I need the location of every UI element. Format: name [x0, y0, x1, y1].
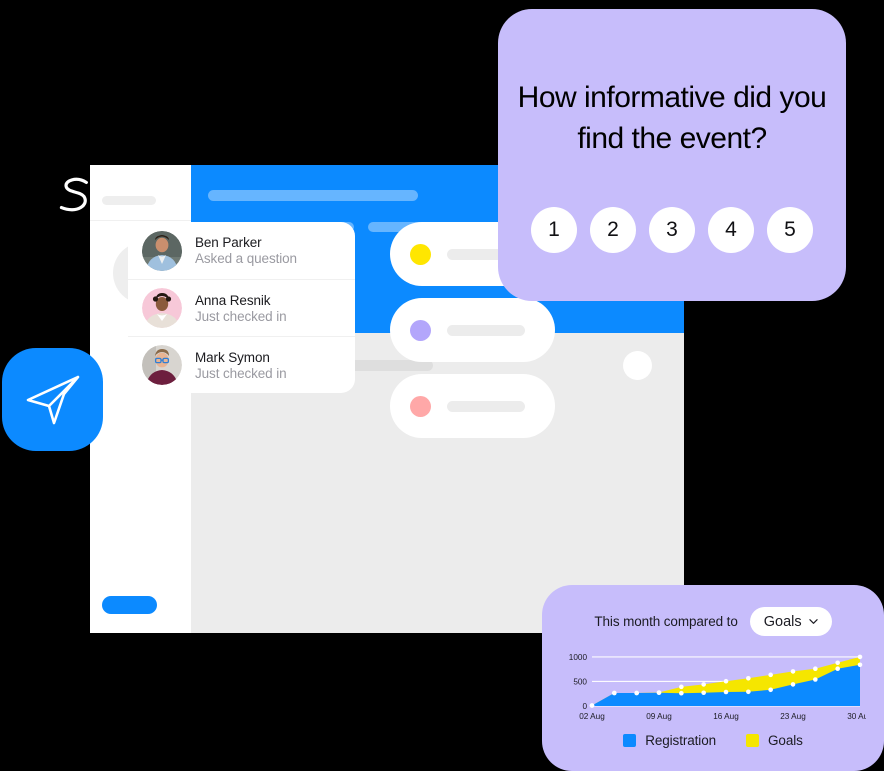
- compare-to-dropdown[interactable]: Goals: [749, 607, 832, 636]
- svg-text:16 Aug: 16 Aug: [713, 712, 739, 721]
- stat-placeholder-bar: [447, 324, 525, 336]
- list-item[interactable]: Mark Symon Just checked in: [128, 336, 355, 393]
- legend-label-registration: Registration: [645, 733, 717, 748]
- person-status: Asked a question: [195, 251, 297, 266]
- sidebar-logo-placeholder: [102, 196, 156, 205]
- stat-row[interactable]: [390, 374, 555, 438]
- rating-option-4[interactable]: 4: [708, 207, 754, 253]
- rating-option-1[interactable]: 1: [531, 207, 577, 253]
- svg-text:0: 0: [582, 702, 587, 711]
- rating-scale: 1 2 3 4 5: [498, 207, 846, 253]
- stat-placeholder-bar: [447, 400, 525, 412]
- survey-question: How informative did you find the event?: [517, 81, 827, 155]
- rating-option-2[interactable]: 2: [590, 207, 636, 253]
- rating-option-3[interactable]: 3: [649, 207, 695, 253]
- people-activity-list: Ben Parker Asked a question Anna Resnik …: [128, 222, 355, 393]
- svg-text:02 Aug: 02 Aug: [579, 712, 605, 721]
- account-avatar[interactable]: [623, 351, 652, 380]
- legend-item-registration: Registration: [623, 733, 716, 748]
- svg-text:09 Aug: 09 Aug: [646, 712, 672, 721]
- legend-swatch-goals: [746, 734, 760, 747]
- person-name: Mark Symon: [195, 349, 270, 365]
- svg-text:500: 500: [573, 677, 587, 686]
- svg-text:1000: 1000: [569, 653, 588, 662]
- chart-plot: 0 500 1000 02 Aug 09 Aug 16 Aug 23 Aug 30 Aug: [560, 650, 866, 724]
- list-item-text: Anna Resnik Just checked in: [195, 293, 287, 324]
- avatar: [142, 288, 182, 328]
- svg-text:23 Aug: 23 Aug: [780, 712, 806, 721]
- legend-swatch-registration: [623, 734, 637, 747]
- list-item[interactable]: Ben Parker Asked a question: [128, 222, 355, 279]
- chart-header: This month compared to Goals: [542, 607, 884, 636]
- status-dot-yellow: [410, 243, 431, 265]
- analytics-chart-card: This month compared to Goals 0 500 1000 02 …: [542, 585, 884, 771]
- canvas-background: Ben Parker Asked a question Anna Resnik …: [0, 0, 884, 771]
- hero-title-placeholder: [208, 190, 418, 201]
- person-status: Just checked in: [195, 365, 287, 381]
- chart-header-label: This month compared to: [594, 614, 738, 629]
- chevron-down-icon: [808, 619, 818, 624]
- list-item-text: Mark Symon Just checked in: [195, 350, 287, 381]
- dropdown-value: Goals: [763, 613, 802, 630]
- rating-option-5[interactable]: 5: [767, 207, 813, 253]
- list-item-text: Ben Parker Asked a question: [195, 235, 297, 266]
- legend-item-goals: Goals: [746, 733, 803, 748]
- avatar: [142, 230, 182, 271]
- person-name: Anna Resnik: [195, 292, 271, 308]
- paper-plane-icon: [26, 375, 79, 424]
- svg-text:30 Aug: 30 Aug: [847, 712, 866, 721]
- person-status: Just checked in: [195, 308, 287, 324]
- avatar: [142, 345, 182, 385]
- legend-label-goals: Goals: [768, 733, 803, 748]
- stat-row[interactable]: [390, 298, 555, 362]
- sidebar-divider: [90, 220, 191, 221]
- status-dot-pink: [410, 395, 431, 417]
- sidebar-cta-button[interactable]: [102, 596, 157, 614]
- chart-legend: Registration Goals: [542, 733, 884, 748]
- send-message-button[interactable]: [2, 348, 103, 451]
- person-name: Ben Parker: [195, 235, 262, 250]
- status-dot-purple: [410, 319, 431, 341]
- survey-card: How informative did you find the event? …: [498, 9, 846, 301]
- list-item[interactable]: Anna Resnik Just checked in: [128, 279, 355, 336]
- brand-logo-mark: [56, 172, 92, 212]
